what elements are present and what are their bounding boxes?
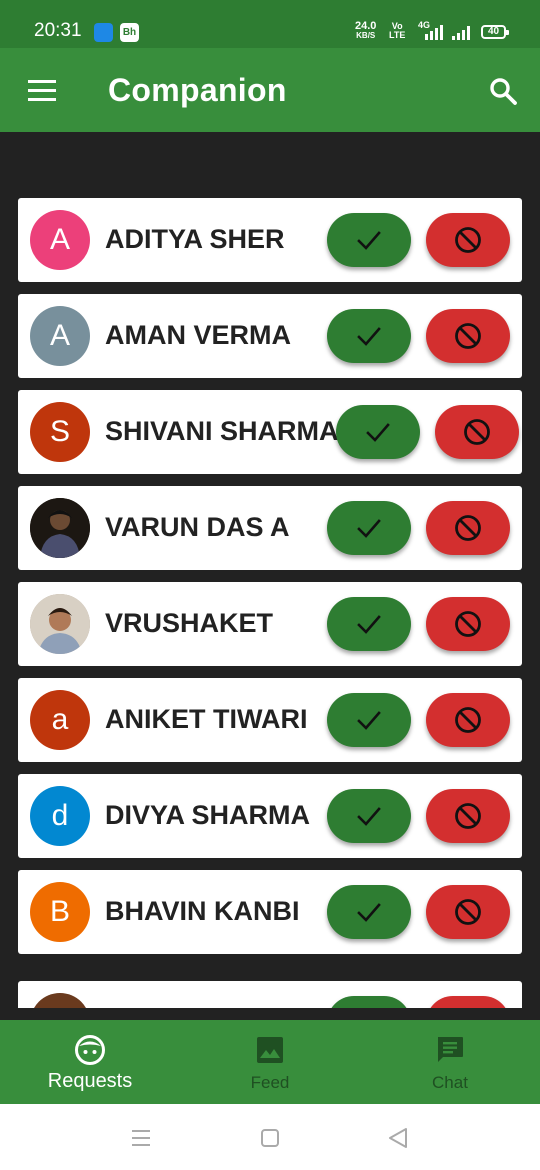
- image-icon: [257, 1037, 283, 1063]
- request-name: SHIVANI SHARMA: [105, 416, 339, 446]
- network-speed-unit: KB/S: [356, 31, 376, 40]
- avatar-letter: S: [49, 415, 70, 448]
- request-name: BHAVIN KANBI: [105, 896, 300, 926]
- chat-icon: [438, 1037, 463, 1062]
- block-icon: [455, 803, 481, 829]
- block-icon: [455, 515, 481, 541]
- request-avatar: B: [30, 882, 90, 942]
- request-avatar: A: [30, 306, 90, 366]
- nav-chat[interactable]: Chat: [360, 1020, 540, 1104]
- request-avatar: S: [30, 402, 90, 462]
- status-bar: 20:31 Bh 24.0 KB/S Vo LTE 4G 40: [0, 0, 540, 48]
- reject-button[interactable]: [426, 789, 510, 843]
- network-speed: 24.0 KB/S: [355, 21, 376, 41]
- nav-requests[interactable]: Requests: [0, 1020, 180, 1104]
- battery-icon: 40: [481, 25, 509, 39]
- request-avatar: A: [30, 210, 90, 270]
- request-name: VRUSHAKET: [105, 608, 274, 638]
- accept-button[interactable]: [327, 693, 411, 747]
- request-card[interactable]: VRUSHAKET: [18, 582, 522, 666]
- block-icon: [455, 899, 481, 925]
- app-title: Companion: [108, 72, 287, 108]
- block-icon: [455, 611, 481, 637]
- request-name: DIVYA SHARMA: [105, 800, 311, 830]
- reject-button[interactable]: [426, 501, 510, 555]
- request-card-partial[interactable]: [18, 981, 522, 1008]
- hamburger-menu-icon[interactable]: [28, 80, 56, 102]
- request-list[interactable]: A ADITYA SHER A AMAN VERMA S SHIVANI SHARMA VA…: [0, 132, 540, 1008]
- block-icon: [455, 707, 481, 733]
- back-icon[interactable]: [386, 1126, 410, 1150]
- recent-apps-icon[interactable]: [129, 1126, 153, 1150]
- request-name: ADITYA SHER: [105, 224, 285, 254]
- block-icon: [455, 227, 481, 253]
- avatar-letter: a: [51, 703, 69, 736]
- reject-button[interactable]: [426, 597, 510, 651]
- reject-button[interactable]: [426, 996, 510, 1008]
- status-time: 20:31: [34, 20, 82, 41]
- app-bar: Companion: [0, 48, 540, 132]
- nav-feed[interactable]: Feed: [180, 1020, 360, 1104]
- network-type: 4G: [418, 20, 431, 30]
- check-icon: [357, 615, 381, 634]
- home-icon[interactable]: [258, 1126, 282, 1150]
- notification-app-icon-2: Bh: [120, 23, 139, 42]
- accept-button[interactable]: [336, 405, 420, 459]
- check-icon: [357, 231, 381, 250]
- nav-label-feed: Feed: [250, 1073, 290, 1092]
- volte-bottom: LTE: [389, 30, 406, 40]
- check-icon: [357, 327, 381, 346]
- request-card[interactable]: VARUN DAS A: [18, 486, 522, 570]
- request-card[interactable]: A ADITYA SHER: [18, 198, 522, 282]
- reject-button[interactable]: [426, 309, 510, 363]
- request-avatar: [30, 498, 90, 558]
- block-icon: [464, 419, 490, 445]
- reject-button[interactable]: [435, 405, 519, 459]
- block-icon: [455, 323, 481, 349]
- check-icon: [357, 519, 381, 538]
- request-card[interactable]: S SHIVANI SHARMA: [18, 390, 522, 474]
- nav-label-chat: Chat: [432, 1073, 468, 1092]
- accept-button[interactable]: [327, 213, 411, 267]
- request-avatar: a: [30, 690, 90, 750]
- avatar-letter: d: [51, 799, 69, 832]
- avatar-letter: B: [49, 895, 70, 928]
- request-avatar: d: [30, 786, 90, 846]
- request-name: AMAN VERMA: [105, 320, 291, 350]
- bottom-navigation: Requests Feed Chat: [0, 1020, 540, 1104]
- request-card[interactable]: B BHAVIN KANBI: [18, 870, 522, 954]
- avatar-letter: A: [49, 223, 70, 256]
- reject-button[interactable]: [426, 693, 510, 747]
- check-icon: [357, 903, 381, 922]
- request-name: VARUN DAS A: [105, 512, 290, 542]
- accept-button[interactable]: [327, 789, 411, 843]
- request-card[interactable]: d DIVYA SHARMA: [18, 774, 522, 858]
- reject-button[interactable]: [426, 213, 510, 267]
- request-avatar: [30, 594, 90, 654]
- accept-button[interactable]: [327, 597, 411, 651]
- reject-button[interactable]: [426, 885, 510, 939]
- request-card[interactable]: a ANIKET TIWARI: [18, 678, 522, 762]
- system-navigation-bar: [0, 1104, 540, 1170]
- accept-button[interactable]: [327, 885, 411, 939]
- check-icon: [357, 711, 381, 730]
- avatar-letter: A: [49, 319, 70, 352]
- request-avatar: [30, 993, 90, 1008]
- accept-button[interactable]: [327, 501, 411, 555]
- request-card[interactable]: A AMAN VERMA: [18, 294, 522, 378]
- face-icon: [75, 1035, 105, 1065]
- nav-label-requests: Requests: [47, 1070, 133, 1092]
- volte-indicator: Vo LTE: [389, 22, 405, 40]
- request-name: ANIKET TIWARI: [105, 704, 308, 734]
- search-icon[interactable]: [488, 76, 518, 106]
- accept-button[interactable]: [327, 996, 411, 1008]
- check-icon: [366, 423, 390, 442]
- check-icon: [357, 807, 381, 826]
- notification-app-icon: [94, 23, 113, 42]
- accept-button[interactable]: [327, 309, 411, 363]
